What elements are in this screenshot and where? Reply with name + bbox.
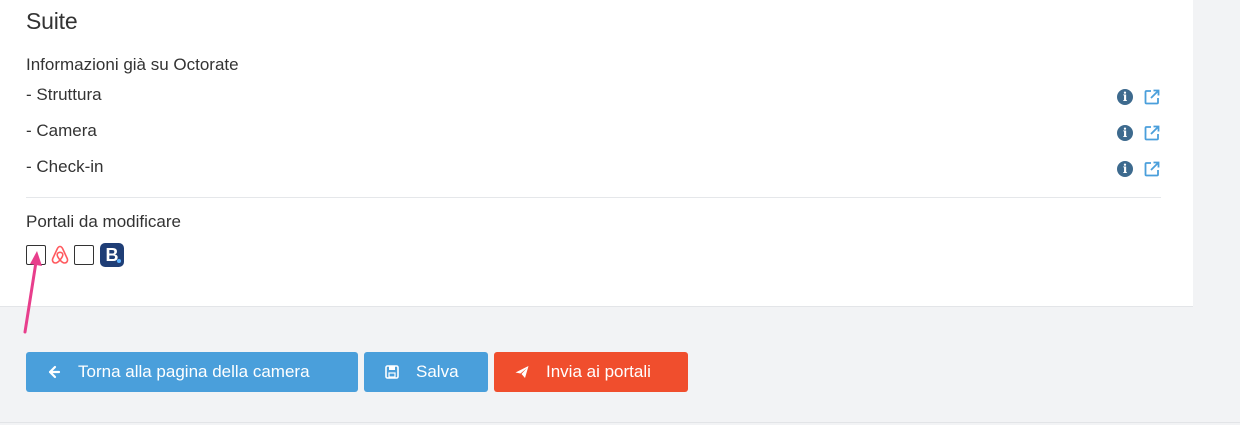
info-icon[interactable]: i	[1117, 125, 1133, 141]
back-button-label: Torna alla pagina della camera	[78, 362, 310, 381]
info-row-struttura: - Struttura i	[26, 85, 1161, 109]
annotation-arrow-icon	[23, 251, 42, 334]
footer-divider	[0, 422, 1240, 423]
external-link-icon[interactable]	[1143, 160, 1161, 178]
portals-heading: Portali da modificare	[26, 212, 181, 231]
page-title: Suite	[26, 8, 78, 34]
info-row-label: - Camera	[26, 121, 97, 140]
info-row-label: - Struttura	[26, 85, 102, 104]
info-row-camera: - Camera i	[26, 121, 1161, 145]
info-icon[interactable]: i	[1117, 89, 1133, 105]
booking-logo-icon: B	[100, 243, 124, 267]
divider	[26, 197, 1161, 198]
save-button[interactable]: Salva	[364, 352, 488, 392]
save-button-label: Salva	[416, 362, 459, 381]
info-heading: Informazioni già su Octorate	[26, 55, 239, 74]
send-button-label: Invia ai portali	[546, 362, 651, 381]
paper-plane-icon	[515, 366, 529, 378]
info-row-label: - Check-in	[26, 157, 104, 176]
airbnb-logo-icon	[51, 245, 69, 264]
arrow-left-icon	[48, 365, 61, 379]
info-icon[interactable]: i	[1117, 161, 1133, 177]
checkbox-booking[interactable]	[74, 245, 94, 265]
suite-card: Suite Informazioni già su Octorate - Str…	[0, 0, 1193, 307]
external-link-icon[interactable]	[1143, 124, 1161, 142]
send-to-portals-button[interactable]: Invia ai portali	[494, 352, 688, 392]
floppy-disk-icon	[385, 365, 399, 379]
external-link-icon[interactable]	[1143, 88, 1161, 106]
back-to-room-button[interactable]: Torna alla pagina della camera	[26, 352, 358, 392]
info-row-checkin: - Check-in i	[26, 157, 1161, 181]
